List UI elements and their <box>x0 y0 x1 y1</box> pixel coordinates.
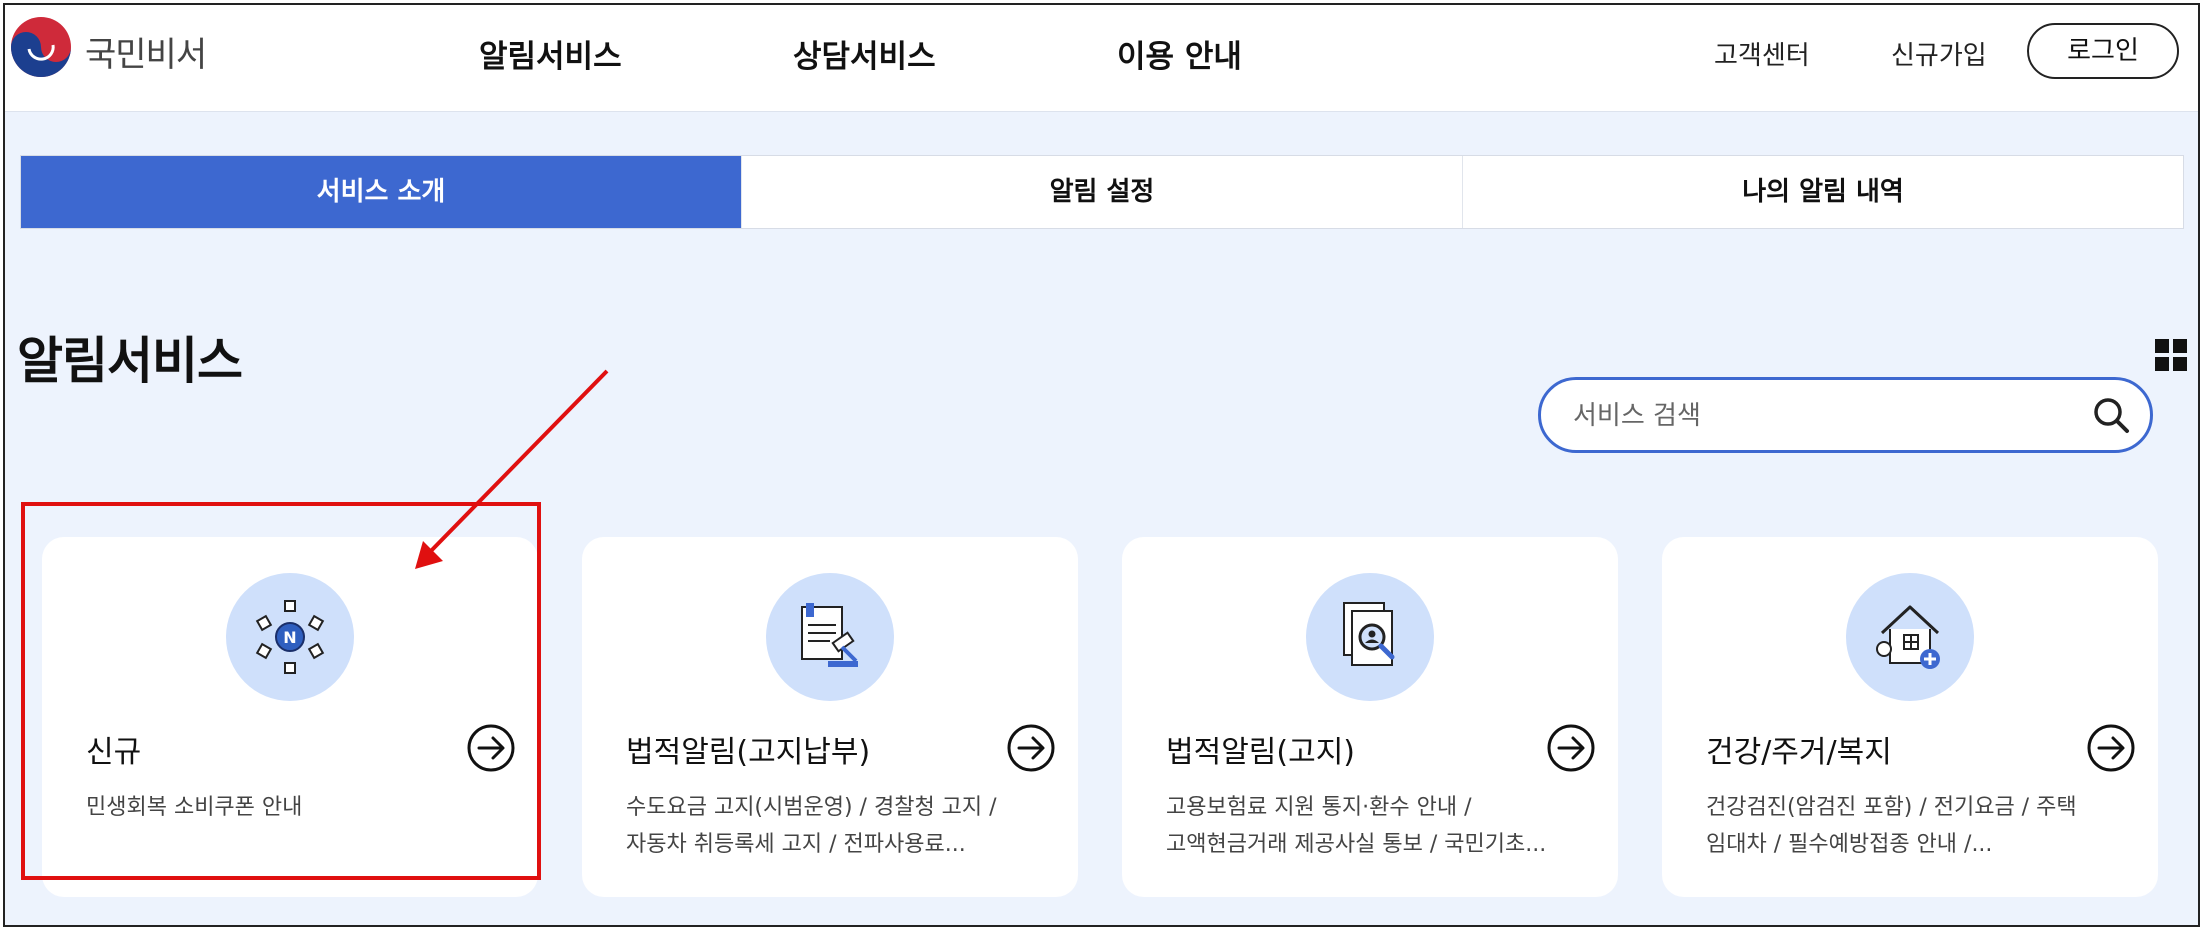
tab-notification-settings[interactable]: 알림 설정 <box>741 156 1462 228</box>
service-tabs: 서비스 소개 알림 설정 나의 알림 내역 <box>20 155 2184 229</box>
service-card-legal-notice[interactable]: 법적알림(고지) 고용보험료 지원 통지·환수 안내 / 고액현금거래 제공사실… <box>1122 537 1618 897</box>
arrow-right-circle-icon[interactable] <box>1006 723 1056 773</box>
nav-notification-service[interactable]: 알림서비스 <box>479 31 622 76</box>
card-icon-circle: N <box>226 573 354 701</box>
site-header: 국민비서 알림서비스 상담서비스 이용 안내 고객센터 신규가입 로그인 <box>5 5 2198 112</box>
arrow-right-circle-icon[interactable] <box>1546 723 1596 773</box>
card-description: 수도요금 고지(시범운영) / 경찰청 고지 / 자동차 취등록세 고지 / 전… <box>626 789 1056 863</box>
card-description-line: 수도요금 고지(시범운영) / 경찰청 고지 / <box>626 795 997 820</box>
card-description-line: 고액현금거래 제공사실 통보 / 국민기초... <box>1166 832 1547 857</box>
card-description: 민생회복 소비쿠폰 안내 <box>86 789 516 826</box>
browser-viewport: 국민비서 알림서비스 상담서비스 이용 안내 고객센터 신규가입 로그인 서비스… <box>3 3 2200 927</box>
tab-service-intro[interactable]: 서비스 소개 <box>21 156 741 228</box>
page-title: 알림서비스 <box>17 332 243 390</box>
card-description: 고용보험료 지원 통지·환수 안내 / 고액현금거래 제공사실 통보 / 국민기… <box>1166 789 1596 863</box>
card-description-line: 임대차 / 필수예방접종 안내 /... <box>1706 832 1993 857</box>
card-description-line: 고용보험료 지원 통지·환수 안내 / <box>1166 795 1472 820</box>
arrow-right-circle-icon[interactable] <box>2086 723 2136 773</box>
service-card-legal-billing[interactable]: 법적알림(고지납부) 수도요금 고지(시범운영) / 경찰청 고지 / 자동차 … <box>582 537 1078 897</box>
nav-usage-guide[interactable]: 이용 안내 <box>1117 31 1242 76</box>
document-magnifier-icon <box>1343 602 1395 666</box>
card-icon-circle <box>1306 573 1434 701</box>
service-card-health-housing-welfare[interactable]: 건강/주거/복지 건강검진(암검진 포함) / 전기요금 / 주택 임대차 / … <box>1662 537 2158 897</box>
new-badge-icon: N <box>255 600 325 674</box>
card-icon-circle <box>1846 573 1974 701</box>
card-description-line: 민생회복 소비쿠폰 안내 <box>86 795 303 820</box>
signup-link[interactable]: 신규가입 <box>1891 35 1987 72</box>
tab-my-notifications[interactable]: 나의 알림 내역 <box>1462 156 2183 228</box>
grid-view-icon[interactable] <box>2154 338 2188 372</box>
service-card-new[interactable]: N 신규 민생회복 소비쿠폰 안내 <box>42 537 538 897</box>
card-title: 법적알림(고지) <box>1166 735 1356 770</box>
search-icon[interactable] <box>2091 395 2131 435</box>
login-button[interactable]: 로그인 <box>2027 23 2179 79</box>
card-title: 법적알림(고지납부) <box>626 735 871 770</box>
card-title: 신규 <box>86 735 142 770</box>
card-description-line: 건강검진(암검진 포함) / 전기요금 / 주택 <box>1706 795 2077 820</box>
government-emblem-icon[interactable] <box>9 15 73 79</box>
house-health-icon <box>1876 605 1940 669</box>
customer-center-link[interactable]: 고객센터 <box>1714 35 1810 72</box>
card-icon-circle <box>766 573 894 701</box>
service-search-input[interactable] <box>1571 392 2055 440</box>
logo-text[interactable]: 국민비서 <box>85 27 207 76</box>
svg-text:N: N <box>283 628 296 647</box>
card-title: 건강/주거/복지 <box>1706 735 1892 770</box>
service-search-box <box>1538 377 2153 453</box>
card-description: 건강검진(암검진 포함) / 전기요금 / 주택 임대차 / 필수예방접종 안내… <box>1706 789 2136 863</box>
card-description-line: 자동차 취등록세 고지 / 전파사용료... <box>626 832 966 857</box>
arrow-right-circle-icon[interactable] <box>466 723 516 773</box>
nav-consultation-service[interactable]: 상담서비스 <box>793 31 936 76</box>
legal-document-gavel-icon <box>801 603 858 667</box>
